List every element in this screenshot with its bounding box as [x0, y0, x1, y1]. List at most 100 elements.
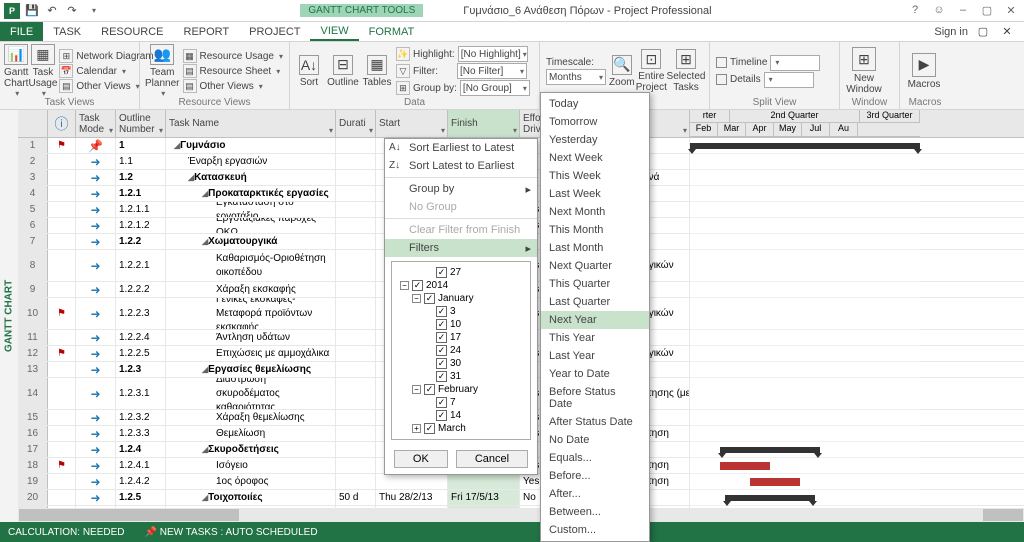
title-bar: P 💾 ↶ ↷ ▾ GANTT CHART TOOLS Γυμνάσιο_6 Α… — [0, 0, 1024, 22]
ctx-between-[interactable]: Between... — [541, 503, 649, 521]
tab-file[interactable]: FILE — [0, 22, 43, 41]
filter-select[interactable]: [No Filter]▾ — [457, 63, 527, 79]
window-title: Γυμνάσιο_6 Ανάθεση Πόρων - Project Profe… — [463, 5, 711, 17]
app-icon[interactable]: P — [4, 3, 20, 19]
ctx-this-year[interactable]: This Year — [541, 329, 649, 347]
entire-project-button[interactable]: ⊡Entire Project — [636, 44, 667, 98]
column-filter-dropdown: A↓Sort Earliest to Latest Z↓Sort Latest … — [384, 138, 538, 475]
ctx-next-week[interactable]: Next Week — [541, 149, 649, 167]
status-calculation: CALCULATION: NEEDED — [8, 527, 125, 538]
task-usage-button[interactable]: ▦Task Usage▾ — [28, 44, 57, 98]
timeline-check[interactable]: Timeline▾ — [714, 55, 835, 71]
ctx-before-status-date[interactable]: Before Status Date — [541, 383, 649, 413]
clear-filter: Clear Filter from Finish — [385, 221, 537, 239]
undo-icon[interactable]: ↶ — [44, 3, 60, 19]
ctx-custom-[interactable]: Custom... — [541, 521, 649, 539]
date-filters-submenu: TodayTomorrowYesterdayNext WeekThis Week… — [540, 92, 650, 542]
timescale-label: Timescale: — [544, 57, 608, 68]
tab-view[interactable]: VIEW — [310, 22, 358, 41]
close-button[interactable]: ✕ — [1002, 4, 1020, 17]
ctx-after-status-date[interactable]: After Status Date — [541, 413, 649, 431]
hdr-task-name[interactable]: Task Name▾ — [166, 110, 336, 137]
ribbon-tabs: FILE TASK RESOURCE REPORT PROJECT VIEW F… — [0, 22, 1024, 42]
filters-menu[interactable]: Filters▸ — [385, 239, 537, 257]
qat-dropdown-icon[interactable]: ▾ — [86, 3, 102, 19]
ctx-before-[interactable]: Before... — [541, 467, 649, 485]
view-label: GANTT CHART — [0, 110, 18, 522]
team-planner-button[interactable]: 👥Team Planner▾ — [144, 44, 181, 98]
table-row[interactable]: 19➜1.2.4.21ος όροφοςYesΣυνεργείο σκυροδέ… — [18, 474, 1024, 490]
group-data: Data — [290, 97, 539, 108]
ribbon: 📊Gantt Chart▾ ▦Task Usage▾ ⊞Network Diag… — [0, 42, 1024, 110]
ctx-next-year[interactable]: Next Year — [541, 311, 649, 329]
hdr-q2: 2nd Quarter — [730, 110, 860, 122]
ctx-this-week[interactable]: This Week — [541, 167, 649, 185]
ctx-yesterday[interactable]: Yesterday — [541, 131, 649, 149]
outline-button[interactable]: ⊟Outline — [326, 44, 360, 98]
tables-button[interactable]: ▦Tables — [362, 44, 392, 98]
ctx-after-[interactable]: After... — [541, 485, 649, 503]
ctx-last-month[interactable]: Last Month — [541, 239, 649, 257]
quick-access-toolbar: P 💾 ↶ ↷ ▾ — [0, 3, 106, 19]
group-resource-views: Resource Views — [140, 97, 289, 108]
hdr-duration[interactable]: Durati▾ — [336, 110, 376, 137]
hdr-finish[interactable]: Finish▾ — [448, 110, 520, 137]
groupby-select[interactable]: [No Group]▾ — [460, 80, 530, 96]
save-icon[interactable]: 💾 — [24, 3, 40, 19]
ctx-no-date[interactable]: No Date — [541, 431, 649, 449]
sort-button[interactable]: A↓Sort — [294, 44, 324, 98]
hdr-q3: 3rd Quarter — [860, 110, 920, 122]
ctx-last-year[interactable]: Last Year — [541, 347, 649, 365]
ctx-last-quarter[interactable]: Last Quarter — [541, 293, 649, 311]
filter-ok-button[interactable]: OK — [394, 450, 448, 468]
ctx-this-month[interactable]: This Month — [541, 221, 649, 239]
tab-task[interactable]: TASK — [43, 22, 91, 41]
hdr-task-mode[interactable]: Task Mode▾ — [76, 110, 116, 137]
new-window-button[interactable]: ⊞New Window — [844, 44, 884, 98]
sort-latest[interactable]: Z↓Sort Latest to Earliest — [385, 157, 537, 175]
zoom-button[interactable]: 🔍Zoom — [608, 44, 636, 98]
other-views2-button[interactable]: ▤Other Views▾ — [181, 79, 286, 93]
gantt-chart-button[interactable]: 📊Gantt Chart▾ — [4, 44, 28, 98]
timescale-select[interactable]: Months▾ — [546, 69, 606, 85]
minimize-button[interactable]: – — [954, 4, 972, 17]
sort-earliest[interactable]: A↓Sort Earliest to Latest — [385, 139, 537, 157]
details-check[interactable]: Details▾ — [714, 72, 835, 88]
tab-resource[interactable]: RESOURCE — [91, 22, 173, 41]
ctx-year-to-date[interactable]: Year to Date — [541, 365, 649, 383]
tab-project[interactable]: PROJECT — [239, 22, 310, 41]
group-task-views: Task Views — [0, 97, 139, 108]
ctx-this-quarter[interactable]: This Quarter — [541, 275, 649, 293]
tab-format[interactable]: FORMAT — [359, 22, 425, 41]
ctx-next-month[interactable]: Next Month — [541, 203, 649, 221]
horizontal-scrollbar[interactable] — [18, 508, 1024, 522]
ctx-next-quarter[interactable]: Next Quarter — [541, 257, 649, 275]
ctx-today[interactable]: Today — [541, 95, 649, 113]
status-schedule-mode: 📌 NEW TASKS : AUTO SCHEDULED — [145, 527, 318, 538]
redo-icon[interactable]: ↷ — [64, 3, 80, 19]
group-window: Window — [840, 97, 899, 108]
group-split-view: Split View — [710, 97, 839, 108]
context-tab-label: GANTT CHART TOOLS — [300, 4, 423, 17]
hdr-rownum[interactable] — [18, 110, 48, 137]
tab-report[interactable]: REPORT — [174, 22, 240, 41]
ctx-last-week[interactable]: Last Week — [541, 185, 649, 203]
fullscreen-button[interactable]: ▢ — [978, 4, 996, 17]
highlight-select[interactable]: [No Highlight]▾ — [458, 46, 528, 62]
hdr-indicators[interactable]: ⓘ — [48, 110, 76, 137]
feedback-button[interactable]: ☺ — [930, 4, 948, 17]
help-button[interactable]: ? — [906, 4, 924, 17]
hdr-start[interactable]: Start▾ — [376, 110, 448, 137]
selected-tasks-button[interactable]: ⊞Selected Tasks — [667, 44, 705, 98]
hdr-outline-number[interactable]: Outline Number▾ — [116, 110, 166, 137]
macros-button[interactable]: ▶Macros — [904, 44, 944, 98]
group-by-menu[interactable]: Group by▸ — [385, 180, 537, 198]
ctx-tomorrow[interactable]: Tomorrow — [541, 113, 649, 131]
resource-sheet-button[interactable]: ▤Resource Sheet▾ — [181, 64, 286, 78]
date-tree[interactable]: ✓27 −✓2014 −✓January ✓3 ✓10 ✓17 ✓24 ✓30 … — [391, 261, 531, 440]
sign-in[interactable]: Sign in ▢✕ — [934, 22, 1024, 41]
filter-cancel-button[interactable]: Cancel — [456, 450, 528, 468]
table-row[interactable]: 20➜1.2.5Τοιχοποιίες50 dThu 28/2/13Fri 17… — [18, 490, 1024, 506]
ctx-equals-[interactable]: Equals... — [541, 449, 649, 467]
resource-usage-button[interactable]: ▦Resource Usage▾ — [181, 49, 286, 63]
